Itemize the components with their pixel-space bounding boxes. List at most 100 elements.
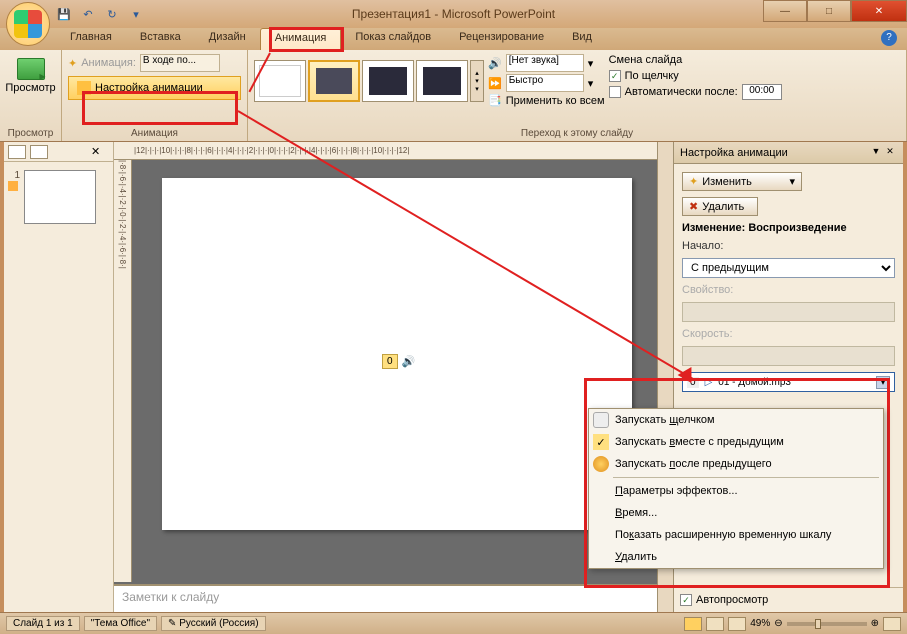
effect-name: 01 - Домой.mp3	[718, 377, 791, 388]
panel-close[interactable]: ✕	[91, 145, 109, 159]
check-icon: ✓	[593, 434, 609, 450]
anim-label: Анимация:	[81, 57, 136, 69]
start-label: Начало:	[682, 240, 895, 252]
delete-x-icon: ✖	[689, 200, 698, 213]
qat-dropdown-icon[interactable]: ▾	[128, 6, 144, 22]
transition-gallery[interactable]: ▴▾▾	[254, 54, 484, 107]
ruler-vertical: |·8·|·6·|·4·|·2·|·0·|·2·|·4·|·6·|·8·|	[114, 160, 132, 582]
transition-cut[interactable]	[362, 60, 414, 102]
view-show[interactable]	[728, 617, 746, 631]
save-icon[interactable]: 💾	[56, 6, 72, 22]
preview-button[interactable]: Просмотр	[6, 54, 55, 98]
group-preview: Просмотр	[6, 128, 55, 139]
apply-icon: 📑	[488, 94, 502, 107]
outline-tab[interactable]	[30, 145, 48, 159]
zoom-out[interactable]: ⊖	[774, 618, 782, 629]
maximize-button[interactable]: □	[807, 0, 851, 22]
ruler-horizontal: |12|·|·|·|10|·|·|·|8|·|·|·|6|·|·|·|4|·|·…	[114, 142, 657, 160]
dd1[interactable]: ▾	[588, 57, 594, 70]
auto-time[interactable]: 00:00	[742, 84, 782, 100]
anim-star-icon: ✦	[68, 57, 77, 70]
ctx-start-after-prev[interactable]: Запускать после предыдущего	[589, 453, 883, 475]
custom-animation-button[interactable]: Настройка анимации	[68, 76, 241, 100]
undo-icon[interactable]: ↶	[80, 6, 96, 22]
property-label: Свойство:	[682, 284, 895, 296]
delete-effect-button[interactable]: ✖ Удалить	[682, 197, 758, 216]
speaker-icon: 🔊	[402, 355, 416, 368]
ctx-remove[interactable]: Удалить	[589, 546, 883, 568]
status-lang[interactable]: ✎ Русский (Россия)	[161, 616, 266, 631]
ctx-show-timeline[interactable]: Показать расширенную временную шкалу	[589, 524, 883, 546]
tab-home[interactable]: Главная	[56, 28, 126, 50]
lang-icon: ✎	[168, 618, 176, 629]
slide-number: 1	[8, 170, 20, 181]
tab-design[interactable]: Дизайн	[195, 28, 260, 50]
help-icon[interactable]: ?	[881, 30, 897, 46]
notes-area[interactable]: Заметки к слайду	[114, 584, 657, 612]
ctx-timing[interactable]: Время...	[589, 502, 883, 524]
transition-fade[interactable]	[308, 60, 360, 102]
minimize-button[interactable]: —	[763, 0, 807, 22]
tab-view[interactable]: Вид	[558, 28, 606, 50]
advance-title: Смена слайда	[609, 54, 782, 66]
view-normal[interactable]	[684, 617, 702, 631]
status-slide: Слайд 1 из 1	[6, 616, 80, 631]
change-section: Изменение: Воспроизведение	[682, 222, 895, 234]
property-select	[682, 302, 895, 322]
gallery-more-button[interactable]: ▴▾▾	[470, 60, 484, 102]
window-title: Презентация1 - Microsoft PowerPoint	[352, 7, 555, 21]
transition-dissolve[interactable]	[416, 60, 468, 102]
context-menu: Запускать щелчком ✓ Запускать вместе с п…	[588, 408, 884, 569]
autopreview-check[interactable]: ✓	[680, 594, 692, 606]
slides-tab[interactable]	[8, 145, 26, 159]
sound-select[interactable]: [Нет звука]	[506, 54, 584, 72]
auto-check[interactable]	[609, 86, 621, 98]
fit-button[interactable]	[883, 617, 901, 631]
start-select[interactable]: С предыдущим	[682, 258, 895, 278]
speed-select-tp	[682, 346, 895, 366]
view-sorter[interactable]	[706, 617, 724, 631]
redo-icon[interactable]: ↻	[104, 6, 120, 22]
ctx-start-with-prev[interactable]: ✓ Запускать вместе с предыдущим	[589, 431, 883, 453]
speed-select[interactable]: Быстро	[506, 74, 584, 92]
taskpane-close[interactable]: ✕	[883, 146, 897, 160]
ctx-separator	[613, 477, 879, 478]
zoom-slider[interactable]	[787, 622, 867, 626]
change-star-icon: ✦	[689, 175, 698, 188]
zoom-in[interactable]: ⊕	[871, 618, 879, 629]
effect-index: 0	[687, 377, 699, 388]
onclick-label: По щелчку	[625, 70, 679, 82]
group-transition: Переход к этому слайду	[254, 128, 900, 139]
apply-all-button[interactable]: 📑Применить ко всем	[488, 94, 605, 107]
preview-icon	[17, 58, 45, 80]
ctx-effect-options[interactable]: Параметры эффектов...	[589, 480, 883, 502]
tab-review[interactable]: Рецензирование	[445, 28, 558, 50]
change-effect-button[interactable]: ✦ Изменить ▾	[682, 172, 802, 191]
sound-index: 0	[382, 354, 398, 369]
group-animation: Анимация	[68, 128, 241, 139]
anim-select[interactable]: В ходе по...	[140, 54, 220, 72]
effect-list-item[interactable]: 0 ▷ 01 - Домой.mp3 ▾	[682, 372, 895, 392]
slide-thumbnail[interactable]	[24, 170, 96, 224]
preview-label: Просмотр	[5, 82, 55, 94]
taskpane-title: Настройка анимации	[680, 147, 869, 159]
change-label: Изменить	[702, 176, 785, 188]
tab-insert[interactable]: Вставка	[126, 28, 195, 50]
tab-slideshow[interactable]: Показ слайдов	[341, 28, 445, 50]
office-button[interactable]	[6, 2, 50, 46]
zoom-value: 49%	[750, 618, 770, 629]
sound-object[interactable]: 0 🔊	[382, 354, 415, 369]
taskpane-menu[interactable]: ▼	[869, 146, 883, 160]
tab-animation[interactable]: Анимация	[260, 28, 342, 50]
clock-icon	[593, 456, 609, 472]
close-button[interactable]: ✕	[851, 0, 907, 22]
slide-canvas[interactable]: 0 🔊	[162, 178, 632, 530]
custom-anim-label: Настройка анимации	[95, 82, 203, 94]
effect-dropdown[interactable]: ▾	[876, 376, 890, 389]
transition-none[interactable]	[254, 60, 306, 102]
ctx-start-onclick[interactable]: Запускать щелчком	[589, 409, 883, 431]
dd2[interactable]: ▾	[588, 77, 594, 90]
anim-indicator-icon	[8, 181, 18, 191]
speed-icon: ⏩	[488, 77, 502, 90]
onclick-check[interactable]: ✓	[609, 70, 621, 82]
